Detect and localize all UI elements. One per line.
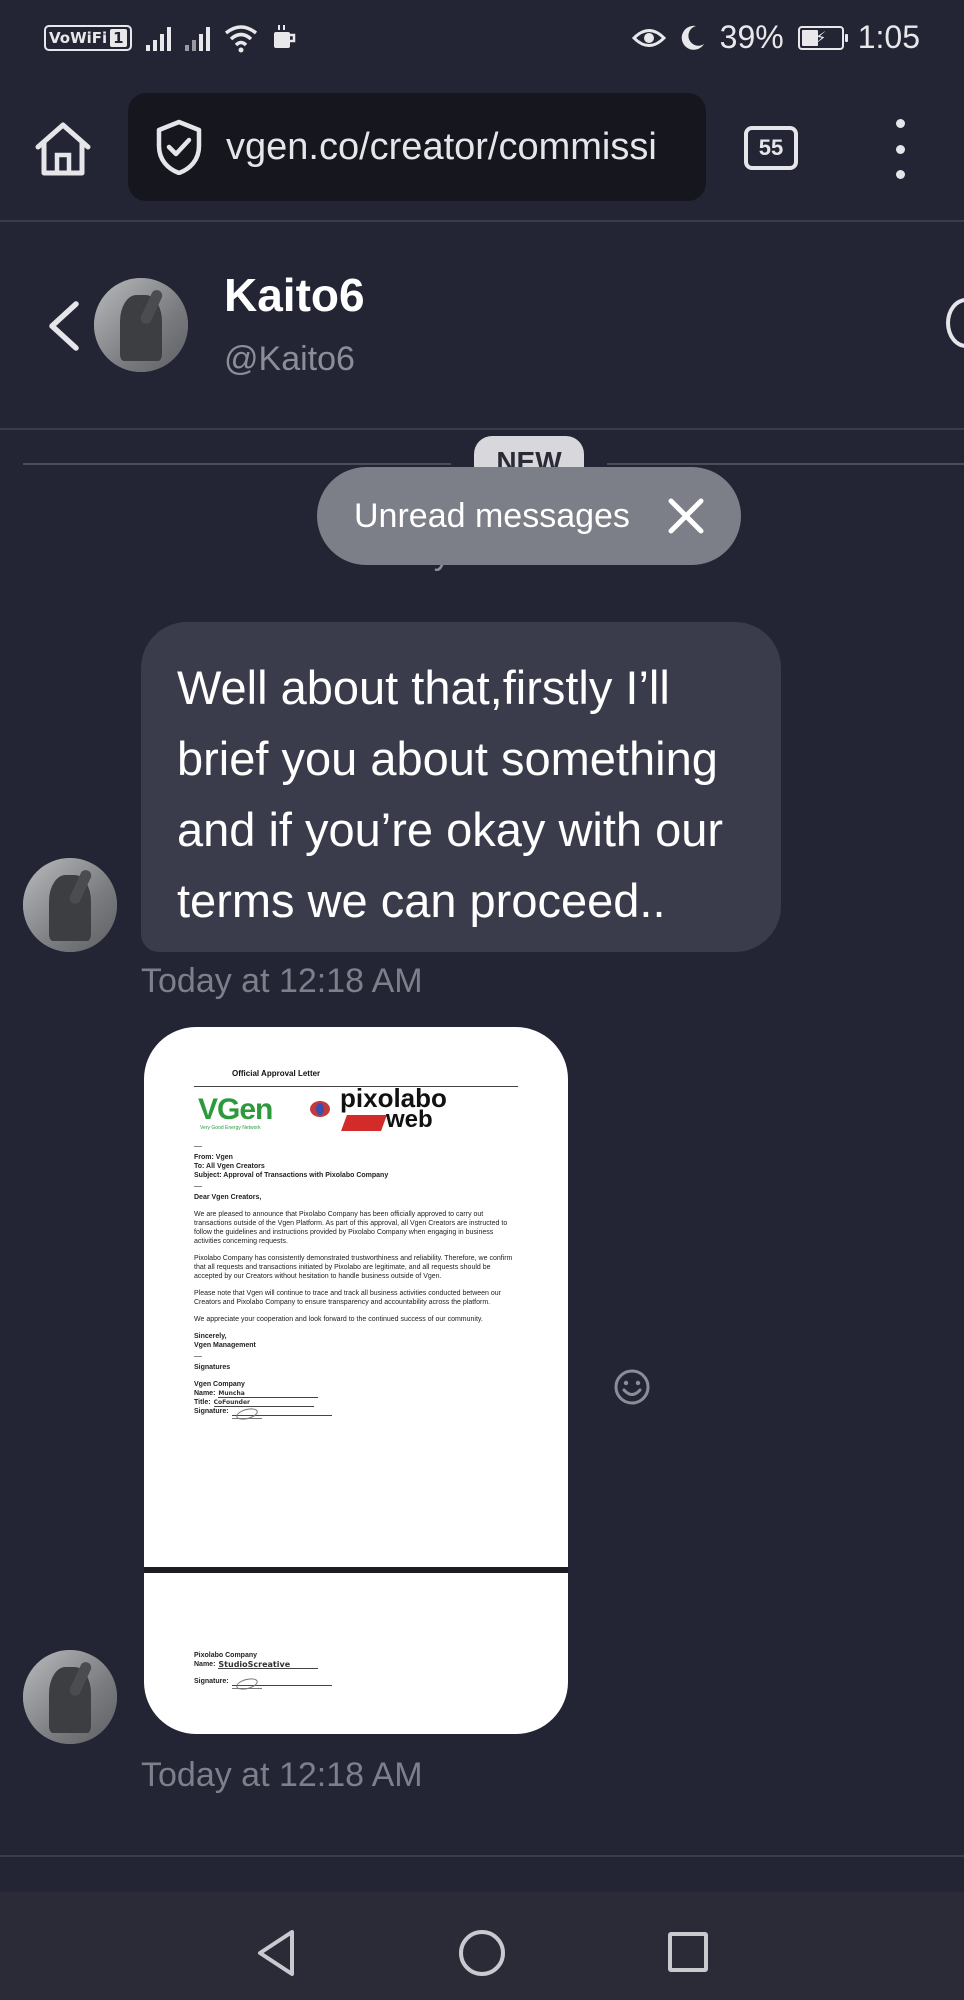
composer-divider [0,1855,964,1857]
message-timestamp: Today at 12:18 AM [141,962,423,1000]
address-bar[interactable]: vgen.co/creator/commissi [128,93,706,201]
nav-home-button[interactable] [459,1930,505,1976]
contact-handle: @Kaito6 [224,340,355,378]
vgen-tagline: Very Good Energy Network [200,1125,261,1131]
wifi-icon [224,24,257,52]
doc-to: To: All Vgen Creators [194,1163,265,1170]
battery-icon: ⚡ [797,25,848,50]
new-separator-left [23,463,451,465]
doc-signature-line: Signature: [194,1407,518,1419]
header-action-icon[interactable] [946,298,964,348]
browser-toolbar: vgen.co/creator/commissi 55 [0,75,964,220]
home-button[interactable] [32,119,94,181]
doc-closing: Sincerely, [194,1333,227,1340]
signal-icon-2 [184,25,210,51]
shield-check-icon[interactable] [154,119,204,175]
signature-scribble [231,1407,262,1419]
document-logos: VGen Very Good Energy Network pixolabo w… [194,1085,518,1140]
document-page-2: Pixolabo Company Name: StudioScreative S… [144,1573,568,1734]
document-title: Official Approval Letter [232,1069,321,1078]
doc-company-2: Pixolabo Company [194,1652,258,1659]
doc-name-line-2: Name: StudioScreative [194,1660,518,1669]
doc-title-line: Title: CoFounder [194,1398,518,1407]
sender-avatar[interactable] [23,1650,117,1744]
doc-signatures-heading: Signatures [194,1364,231,1371]
chat-header: Kaito6 @Kaito6 [0,222,964,428]
document-page: Official Approval Letter VGen Very Good … [144,1027,568,1567]
doc-divider [194,1356,202,1357]
message-bubble[interactable]: Well about that,firstly I’ll brief you a… [141,622,781,952]
status-left: VoWiFi 1 [44,23,298,53]
status-bar: VoWiFi 1 39% ⚡ 1:05 [0,0,964,75]
more-menu-button[interactable] [890,119,910,179]
react-button[interactable] [613,1368,651,1406]
nav-recents-button[interactable] [668,1932,708,1972]
doc-subject: Subject: Approval of Transactions with P… [194,1172,389,1179]
contact-name[interactable]: Kaito6 [224,268,365,322]
doc-divider [194,1146,202,1147]
toast-label[interactable]: Unread messages [354,497,630,536]
doc-greeting: Dear Vgen Creators, [194,1194,262,1201]
signature-scribble-2 [231,1677,262,1689]
emoji-smile-icon [614,1369,650,1405]
doc-paragraph: We appreciate your cooperation and look … [194,1316,483,1323]
partner-emblem-icon [310,1101,330,1117]
doc-signature-line-2: Signature: [194,1677,518,1689]
vowifi-label: VoWiFi [49,28,108,47]
image-attachment[interactable]: Official Approval Letter VGen Very Good … [144,1027,568,1734]
url-text[interactable]: vgen.co/creator/commissi [226,126,657,169]
signal-icon [145,25,171,51]
sim-slot-label: 1 [110,28,127,47]
header-divider [0,428,964,430]
cup-icon [273,24,295,48]
message-timestamp: Today at 12:18 AM [141,1756,423,1794]
clock: 1:05 [857,19,920,55]
chevron-left-icon [49,301,79,351]
avatar[interactable] [94,278,188,372]
doc-from: From: Vgen [194,1154,233,1161]
doc-name-line: Name: Muncha [194,1389,518,1398]
doc-paragraph: Pixolabo Company has consistently demons… [194,1255,513,1280]
unread-messages-toast[interactable]: Unread messages [317,467,741,565]
moon-icon [681,25,704,50]
sender-avatar[interactable] [23,858,117,952]
doc-divider [194,1186,202,1187]
nav-back-button[interactable] [254,1928,298,1978]
doc-paragraph: Please note that Vgen will continue to t… [194,1290,502,1306]
doc-closing-signer: Vgen Management [194,1342,256,1349]
pixolabo-logo: pixolabo web [340,1085,447,1132]
system-nav-bar [0,1892,964,2000]
doc-company: Vgen Company [194,1381,245,1388]
doc-paragraph: We are pleased to announce that Pixolabo… [194,1211,508,1245]
close-icon [668,498,704,534]
status-right: 39% ⚡ 1:05 [631,19,920,56]
triangle-back-icon [258,1930,294,1976]
eye-icon [631,28,666,47]
more-vert-icon [895,119,905,128]
battery-percent: 39% [719,19,784,55]
home-icon [35,122,91,176]
tab-switcher-button[interactable]: 55 [744,126,798,170]
back-button[interactable] [44,298,84,354]
vgen-logo: VGen [198,1093,273,1126]
vowifi-icon: VoWiFi 1 [44,24,132,51]
new-separator-right [607,463,964,465]
toast-close-button[interactable] [665,495,707,537]
